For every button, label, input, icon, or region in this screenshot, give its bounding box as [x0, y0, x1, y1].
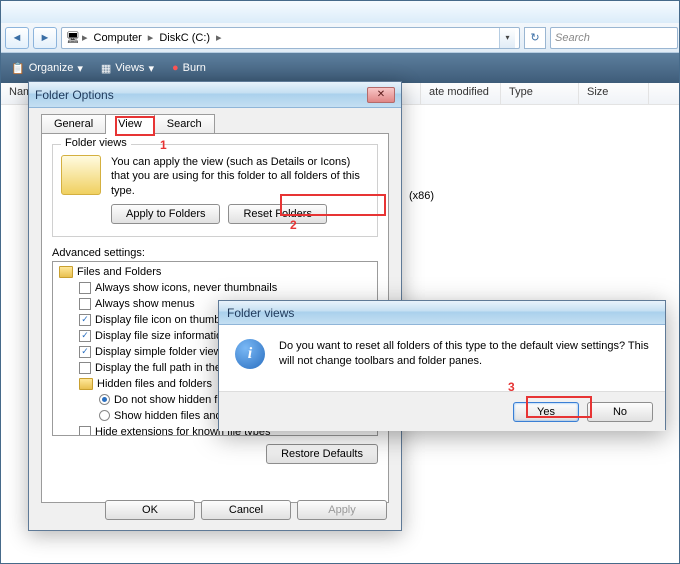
apply-button[interactable]: Apply [297, 500, 387, 520]
crumb-diskc[interactable]: DiskC (C:) [155, 32, 214, 44]
burn-menu[interactable]: ● Burn [172, 62, 206, 74]
chevron-down-icon: ▾ [77, 62, 83, 75]
window-chrome [1, 1, 679, 23]
ok-button[interactable]: OK [105, 500, 195, 520]
search-placeholder: Search [555, 32, 590, 44]
folder-icon [61, 155, 101, 195]
views-menu[interactable]: ▦ Views ▾ [101, 62, 154, 75]
back-button[interactable]: ◄ [5, 27, 29, 49]
tree-root: Files and Folders [55, 264, 375, 280]
checkbox[interactable] [79, 282, 91, 294]
confirm-title[interactable]: Folder views [219, 301, 665, 325]
tree-item-label: Always show menus [95, 298, 195, 310]
tab-strip: General View Search [41, 114, 401, 133]
command-bar: 📋 Organize ▾ ▦ Views ▾ ● Burn [1, 53, 679, 83]
no-button[interactable]: No [587, 402, 653, 422]
annotation-label-3: 3 [508, 380, 515, 394]
radio[interactable] [99, 410, 110, 421]
tab-search[interactable]: Search [154, 114, 215, 133]
dialog-buttons: OK Cancel Apply [105, 500, 387, 520]
dialog-title: Folder Options [35, 88, 367, 102]
organize-icon: 📋 [11, 62, 25, 75]
close-button[interactable]: ✕ [367, 87, 395, 103]
annotation-label-2: 2 [290, 218, 297, 232]
confirm-text: Do you want to reset all folders of this… [279, 339, 649, 377]
burn-icon: ● [172, 62, 179, 74]
col-size[interactable]: Size [579, 83, 649, 104]
checkbox[interactable] [79, 330, 91, 342]
confirm-dialog: Folder views i Do you want to reset all … [218, 300, 666, 430]
tab-view[interactable]: View [105, 114, 155, 133]
nav-bar: ◄ ► 🖥 ▸ Computer ▸ DiskC (C:) ▸ ▾ ↻ Sear… [1, 23, 679, 53]
apply-to-folders-button[interactable]: Apply to Folders [111, 204, 220, 224]
refresh-button[interactable]: ↻ [524, 27, 546, 49]
breadcrumb[interactable]: 🖥 ▸ Computer ▸ DiskC (C:) ▸ ▾ [61, 27, 520, 49]
yes-button[interactable]: Yes [513, 402, 579, 422]
crumb-computer[interactable]: Computer [90, 32, 146, 44]
confirm-body: i Do you want to reset all folders of th… [219, 325, 665, 391]
group-label: Folder views [61, 137, 131, 149]
computer-icon: 🖥 [66, 31, 80, 44]
list-item[interactable]: (x86) [409, 190, 434, 202]
annotation-label-1: 1 [160, 138, 167, 152]
chevron-right-icon: ▸ [82, 31, 88, 44]
breadcrumb-dropdown[interactable]: ▾ [499, 28, 515, 48]
reset-folders-button[interactable]: Reset Folders [228, 204, 326, 224]
search-input[interactable]: Search [550, 27, 678, 49]
folder-views-group: Folder views You can apply the view (suc… [52, 144, 378, 237]
chevron-right-icon: ▸ [148, 31, 154, 44]
chevron-right-icon: ▸ [216, 31, 222, 44]
forward-button[interactable]: ► [33, 27, 57, 49]
organize-menu[interactable]: 📋 Organize ▾ [11, 62, 83, 75]
checkbox[interactable] [79, 362, 91, 374]
tree-item[interactable]: Always show icons, never thumbnails [55, 280, 375, 296]
checkbox[interactable] [79, 346, 91, 358]
folder-icon [59, 266, 73, 278]
radio[interactable] [99, 394, 110, 405]
folder-icon [79, 378, 93, 390]
restore-defaults-button[interactable]: Restore Defaults [266, 444, 378, 464]
checkbox[interactable] [79, 426, 91, 436]
col-date[interactable]: ate modified [421, 83, 501, 104]
tab-general[interactable]: General [41, 114, 106, 133]
cancel-button[interactable]: Cancel [201, 500, 291, 520]
views-icon: ▦ [101, 62, 111, 75]
confirm-buttons: Yes No [219, 391, 665, 431]
checkbox[interactable] [79, 298, 91, 310]
tree-item-label: Always show icons, never thumbnails [95, 282, 277, 294]
tree-item-label: Hidden files and folders [97, 378, 212, 390]
info-icon: i [235, 339, 265, 369]
folder-views-desc: You can apply the view (such as Details … [111, 155, 369, 198]
col-type[interactable]: Type [501, 83, 579, 104]
checkbox[interactable] [79, 314, 91, 326]
dialog-titlebar[interactable]: Folder Options ✕ [29, 82, 401, 108]
advanced-settings-label: Advanced settings: [52, 247, 378, 259]
chevron-down-icon: ▾ [148, 62, 154, 75]
